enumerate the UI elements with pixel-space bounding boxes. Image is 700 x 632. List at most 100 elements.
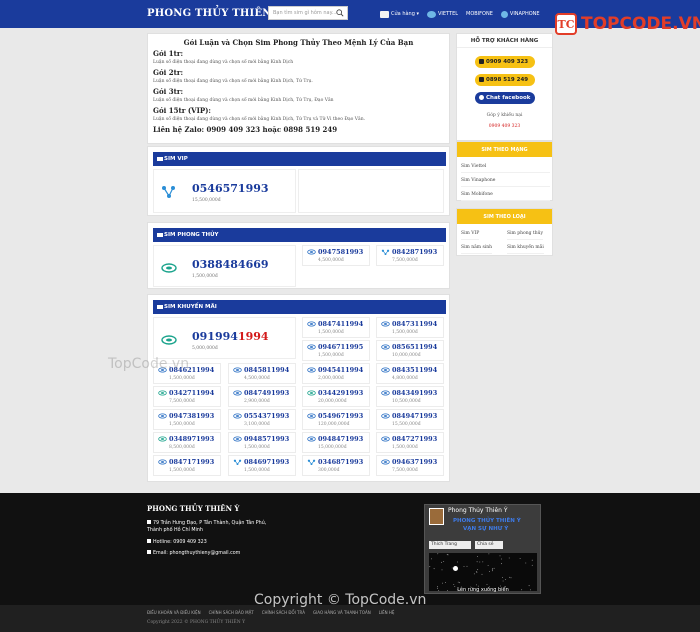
like-page-button[interactable]: Thích Trang [429, 541, 471, 549]
mobifone-icon [233, 413, 242, 419]
watermark-mark-icon: TC [555, 13, 577, 35]
sidebar-link-mobifone[interactable]: Sim Mobifone [461, 192, 550, 201]
footer-address: 79 Trần Hưng Đạo, P Tân Thành, Quận Tân … [147, 520, 266, 526]
featured-sim[interactable]: 0388484669 1,500,000đ [153, 245, 296, 287]
sidebar-link-phongthuy[interactable]: Sim phong thủy [507, 231, 544, 240]
mobifone-icon [158, 367, 167, 373]
sim-card[interactable]: 0549671993 120,000,000đ [302, 409, 370, 430]
page-banner-line-2: VẠN SỰ NHƯ Ý [463, 526, 509, 532]
video-thumbnail[interactable] [429, 553, 537, 591]
sim-card[interactable]: 0847171993 1,500,000đ [153, 455, 221, 476]
sim-number-highlight: 1994 [237, 330, 269, 343]
sidebar-link-vinaphone[interactable]: Sim Vinaphone [461, 178, 550, 187]
play-icon[interactable] [453, 566, 458, 571]
footer-city: Thành phố Hồ Chí Minh [147, 528, 203, 533]
phone-label: 0909 409 323 [486, 59, 529, 65]
sim-number: 0847411994 [318, 320, 364, 328]
sim-price: 1,500,000đ [392, 330, 418, 335]
sidebar-link-khuyenmai[interactable]: Sim khuyến mãi [507, 245, 544, 254]
sim-card[interactable]: 0843491993 10,500,000đ [376, 386, 444, 407]
sim-card[interactable]: 0847271993 1,500,000đ [376, 432, 444, 453]
sidebar-link-viettel[interactable]: Sim Viettel [461, 164, 550, 173]
sim-number: 0847271993 [392, 435, 438, 443]
footer-link[interactable]: ĐIỀU KHOẢN VÀ ĐIỀU KIỆN [147, 610, 201, 615]
sim-card[interactable]: 0847311994 1,500,000đ [376, 317, 444, 338]
sim-number: 0945411994 [318, 366, 364, 374]
sim-card[interactable]: 0849471993 15,500,000đ [376, 409, 444, 430]
sidebar-link-vip[interactable]: Sim VIP [461, 231, 480, 240]
sim-card[interactable]: 0847491993 2,900,000đ [228, 386, 296, 407]
nav-mobifone[interactable]: MOBIFONE [466, 11, 493, 17]
sim-khuyenmai-panel: SIM KHUYẾN MÃI 0919941994 5,000,000đ 084… [147, 294, 450, 482]
phone-button-1[interactable]: 0909 409 323 [475, 56, 535, 68]
phone-button-2[interactable]: 0898 519 249 [475, 74, 535, 86]
sim-card[interactable]: 0947381993 1,500,000đ [153, 409, 221, 430]
viettel-icon [158, 436, 167, 442]
sim-price: 1,500,000đ [392, 445, 418, 450]
sim-card[interactable]: 0842871993 7,500,000đ [376, 245, 444, 266]
nav-viettel[interactable]: VIETTEL [427, 10, 458, 18]
sim-price: 1,500,000đ [244, 445, 270, 450]
sim-price: 120,000,000đ [318, 422, 350, 427]
facebook-chat-button[interactable]: Chat facebook [475, 92, 535, 104]
search-box[interactable]: Bạn tìm sim gì hôm nay... [268, 6, 348, 20]
search-input[interactable]: Bạn tìm sim gì hôm nay... [273, 10, 337, 16]
sim-price: 4,500,000đ [318, 258, 344, 263]
sim-price: 1,500,000đ [318, 330, 344, 335]
sim-price: 300,000đ [318, 468, 340, 473]
share-button[interactable]: Chia sẻ [475, 541, 503, 549]
mobifone-icon [381, 367, 390, 373]
mobifone-icon [233, 436, 242, 442]
section-title: SIM PHONG THỦY [164, 232, 219, 238]
sim-by-type-box: SIM THEO LOẠI Sim VIP Sim phong thủy Sim… [456, 208, 553, 256]
sim-card[interactable]: 0847411994 1,500,000đ [302, 317, 370, 338]
sim-number: 0847171993 [169, 458, 215, 466]
sim-card[interactable]: 0344291993 20,000,000đ [302, 386, 370, 407]
featured-sim[interactable]: 0919941994 5,000,000đ [153, 317, 296, 359]
footer-link[interactable]: GIAO HÀNG VÀ THANH TOÁN [313, 610, 371, 615]
sim-number: 0843491993 [392, 389, 438, 397]
complaint-phone[interactable]: 0909 409 323 [457, 124, 552, 129]
search-icon[interactable] [336, 9, 344, 17]
footer-link[interactable]: CHÍNH SÁCH BẢO MẬT [209, 610, 254, 615]
sim-card[interactable]: 0948471993 15,000,000đ [302, 432, 370, 453]
sim-card[interactable]: 0843511994 4,800,000đ [376, 363, 444, 384]
sim-number: 0849471993 [392, 412, 438, 420]
sim-card[interactable]: 0348971993 8,500,000đ [153, 432, 221, 453]
sim-number: 0344291993 [318, 389, 364, 397]
sim-card[interactable]: 0856511994 10,000,000đ [376, 340, 444, 361]
nav-vinaphone[interactable]: VINAPHONE [500, 10, 540, 18]
footer-link[interactable]: LIÊN HỆ [379, 610, 395, 615]
sim-card[interactable]: 0346871993 300,000đ [302, 455, 370, 476]
package-name: Gói 2tr: [153, 68, 184, 77]
sim-card[interactable]: 0946711995 1,500,000đ [302, 340, 370, 361]
sim-card[interactable]: 0845811994 4,500,000đ [228, 363, 296, 384]
intro-panel: Gói Luận và Chọn Sim Phong Thủy Theo Mện… [147, 33, 450, 144]
sim-by-network-box: SIM THEO MẠNG Sim Viettel Sim Vinaphone … [456, 141, 553, 201]
sim-card[interactable]: 0945411994 2,000,000đ [302, 363, 370, 384]
footer-title: PHONG THỦY THIÊN Ý [147, 504, 240, 513]
featured-sim[interactable]: 0546571993 15,500,000đ [153, 169, 296, 213]
nav-store[interactable]: Cửa hàng ▾ [380, 10, 419, 18]
footer-hotline[interactable]: Hotline: 0909 409 323 [147, 539, 207, 545]
sim-card[interactable]: 0342711994 7,500,000đ [153, 386, 221, 407]
facebook-page-widget[interactable]: Phong Thủy Thiên Ý PHONG THỦY THIÊN Ý VẠ… [424, 504, 541, 594]
sidebar-link-namsinh[interactable]: Sim năm sinh [461, 245, 493, 254]
sim-card[interactable]: 0846971993 1,500,000đ [228, 455, 296, 476]
sim-card[interactable]: 0554371993 3,100,000đ [228, 409, 296, 430]
sim-card[interactable]: 0846211994 1,500,000đ [153, 363, 221, 384]
sim-phongthuy-panel: SIM PHONG THỦY 0388484669 1,500,000đ 094… [147, 222, 450, 289]
brand-logo[interactable]: PHONG THỦY THIÊN Ý [147, 8, 283, 19]
footer-link[interactable]: CHÍNH SÁCH ĐỔI TRẢ [262, 610, 305, 615]
package-desc: Luận số điện thoại đang dùng và chọn số … [153, 98, 334, 103]
sim-card[interactable]: 0948571993 1,500,000đ [228, 432, 296, 453]
sim-price: 1,500,000đ [169, 376, 195, 381]
mobifone-icon [381, 459, 390, 465]
sim-card[interactable]: 0946371993 7,500,000đ [376, 455, 444, 476]
page-name[interactable]: Phong Thủy Thiên Ý [448, 507, 508, 514]
mobifone-icon [158, 413, 167, 419]
sim-price: 4,500,000đ [244, 376, 270, 381]
sim-number: 0346871993 [318, 458, 364, 466]
footer-email[interactable]: Email: phongthuythieny@gmail.com [147, 550, 240, 556]
sim-card[interactable]: 0947581993 4,500,000đ [302, 245, 370, 266]
